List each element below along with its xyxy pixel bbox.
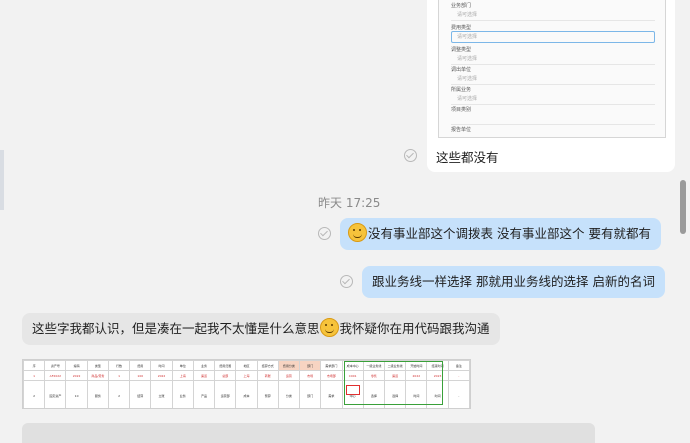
form-row: 业务部门 请可选择 bbox=[451, 2, 655, 21]
message-bubble[interactable]: 跟业务线一样选择 那就用业务线的选择 启新的名词 bbox=[362, 266, 665, 298]
spreadsheet-image-message[interactable]: 序资产号 编码 类型 行数 费用 时间 单位 业务 费用归属 地区 结算方式 费用分类 部门 需求部门 成本… bbox=[22, 359, 471, 409]
form-row-label: 业务部门 bbox=[451, 3, 472, 9]
form-row-label: 调出单位 bbox=[451, 67, 472, 73]
form-row-placeholder: 请可选择 bbox=[457, 56, 478, 62]
form-row: 项目类别 bbox=[451, 106, 655, 125]
laughing-emoji-icon bbox=[319, 318, 339, 337]
read-status-icon bbox=[318, 227, 331, 240]
message-text: 跟业务线一样选择 那就用业务线的选择 启新的名词 bbox=[372, 274, 655, 289]
rolling-eyes-emoji-icon bbox=[348, 223, 367, 242]
form-row-placeholder: 请可选择 bbox=[457, 12, 478, 18]
form-row: 调整类型 请可选择 bbox=[451, 46, 655, 65]
message-timestamp: 昨天 17:25 bbox=[318, 196, 381, 210]
form-row: 调出单位 请可选择 bbox=[451, 66, 655, 85]
next-message-bubble[interactable] bbox=[22, 423, 595, 443]
form-row-label: 费用类型 bbox=[451, 25, 472, 31]
form-row-label: 报告单位 bbox=[451, 127, 472, 133]
message-bubble[interactable]: 这些字我都认识，但是凑在一起我不太懂是什么意思 我怀疑你在用代码跟我沟通 bbox=[22, 313, 500, 345]
form-row-label: 调整类型 bbox=[451, 47, 472, 53]
message-text: 我怀疑你在用代码跟我沟通 bbox=[339, 321, 490, 336]
read-status-icon bbox=[340, 275, 353, 288]
form-row-placeholder: 请可选择 bbox=[457, 34, 478, 40]
left-panel-edge bbox=[0, 150, 4, 210]
form-row-label: 所属业务 bbox=[451, 87, 472, 93]
form-screenshot-thumbnail[interactable]: 业务部门 请可选择 费用类型 请可选择 调整类型 请可选择 调出单位 请可选择 … bbox=[438, 0, 666, 138]
message-bubble[interactable]: 没有事业部这个调拨表 没有事业部这个 要有就都有 bbox=[340, 218, 661, 250]
message-text: 这些字我都认识，但是凑在一起我不太懂是什么意思 bbox=[32, 321, 320, 336]
message-text: 这些都没有 bbox=[436, 150, 499, 165]
form-row-placeholder: 请可选择 bbox=[457, 96, 478, 102]
chat-scrollbar[interactable] bbox=[680, 180, 686, 234]
highlight-box-green bbox=[344, 361, 443, 405]
form-row: 所属业务 请可选择 bbox=[451, 86, 655, 105]
form-row-label: 项目类别 bbox=[451, 107, 472, 113]
highlight-box-red bbox=[346, 385, 360, 395]
message-text: 没有事业部这个调拨表 没有事业部这个 要有就都有 bbox=[368, 226, 651, 241]
read-status-icon bbox=[404, 149, 417, 162]
form-row: 报告单位 bbox=[451, 126, 655, 137]
image-message-card[interactable]: 业务部门 请可选择 费用类型 请可选择 调整类型 请可选择 调出单位 请可选择 … bbox=[427, 0, 675, 172]
form-row-placeholder: 请可选择 bbox=[457, 76, 478, 82]
form-row: 费用类型 请可选择 bbox=[451, 24, 655, 43]
